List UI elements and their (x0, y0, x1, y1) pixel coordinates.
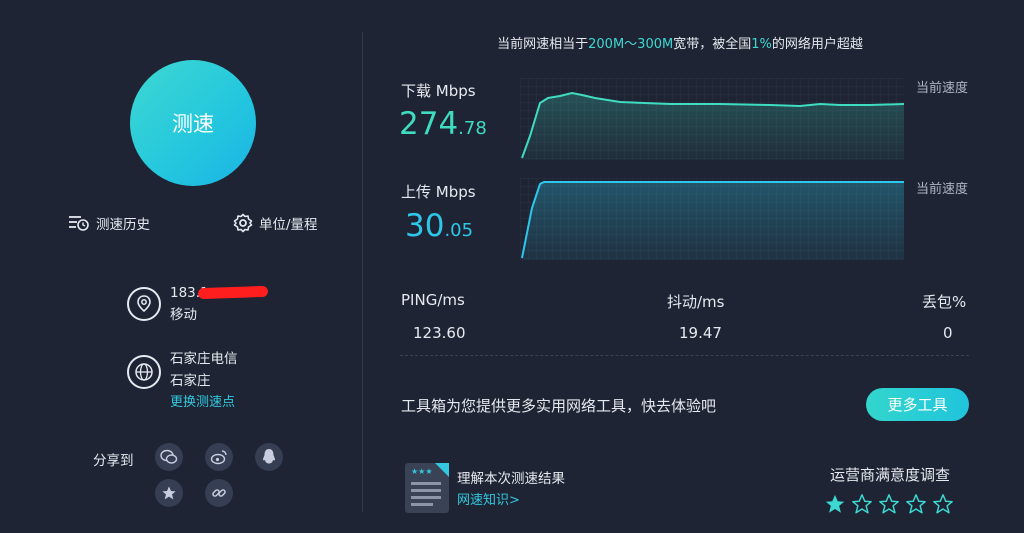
rating-star-1[interactable] (824, 493, 846, 515)
download-label: 下载 Mbps (401, 82, 476, 100)
svg-text:★★★: ★★★ (411, 467, 433, 476)
summary-mid: 宽带，被全国 (673, 37, 752, 52)
share-label: 分享到 (93, 453, 134, 469)
upload-value-int: 30 (405, 208, 445, 244)
loss-value: 0 (943, 324, 953, 342)
download-value: 274.78 (399, 106, 487, 142)
rating-star-4[interactable] (905, 493, 927, 515)
summary-prefix: 当前网速相当于 (497, 37, 589, 52)
download-value-dec: .78 (458, 118, 487, 139)
ping-label: PING/ms (401, 291, 465, 309)
gear-icon (233, 213, 253, 233)
wechat-icon[interactable] (155, 443, 183, 471)
more-tools-button[interactable]: 更多工具 (866, 388, 969, 421)
upload-label: 上传 Mbps (401, 183, 476, 201)
upload-graph (520, 178, 904, 260)
stats-divider (400, 355, 969, 356)
ping-value: 123.60 (413, 324, 466, 342)
download-graph (520, 78, 904, 160)
download-value-int: 274 (399, 106, 459, 142)
star-icon[interactable] (155, 479, 183, 507)
rating-star-3[interactable] (878, 493, 900, 515)
rating-stars (824, 493, 954, 515)
globe-icon (127, 355, 161, 389)
upload-value: 30.05 (405, 208, 473, 244)
upload-current-label: 当前速度 (916, 182, 969, 197)
knowledge-link[interactable]: 网速知识> (457, 489, 520, 508)
isp-name: 移动 (170, 307, 197, 323)
summary-band: 200M～300M (588, 37, 674, 52)
weibo-icon[interactable] (205, 443, 233, 471)
jitter-value: 19.47 (679, 324, 722, 342)
speed-summary: 当前网速相当于200M～300M宽带，被全国1%的网络用户超越 (440, 33, 920, 52)
server-info: 石家庄电信 石家庄 更换测速点 (170, 348, 238, 414)
link-icon[interactable] (205, 479, 233, 507)
rating-star-5[interactable] (932, 493, 954, 515)
knowledge-title: 理解本次测速结果 (457, 471, 565, 487)
summary-suffix: 的网络用户超越 (771, 37, 863, 52)
ip-info: 183.1 移动 (170, 282, 269, 326)
server-name: 石家庄电信 (170, 351, 238, 367)
loss-label: 丢包% (922, 293, 967, 311)
upload-value-dec: .05 (444, 220, 474, 241)
download-current-label: 当前速度 (916, 81, 969, 96)
start-test-button[interactable]: 测速 (130, 60, 256, 186)
survey-title: 运营商满意度调查 (830, 466, 951, 484)
units-label: 单位/量程 (259, 217, 318, 233)
summary-percent: 1% (751, 37, 772, 52)
panel-divider (362, 32, 363, 512)
rating-star-2[interactable] (851, 493, 873, 515)
history-label: 测速历史 (96, 217, 150, 233)
history-link[interactable]: 测速历史 (68, 213, 150, 233)
jitter-label: 抖动/ms (667, 293, 725, 311)
more-tools-label: 更多工具 (887, 396, 948, 414)
change-server-link[interactable]: 更换测速点 (170, 392, 238, 414)
qq-icon[interactable] (255, 443, 283, 471)
ip-redaction (197, 285, 269, 300)
server-city: 石家庄 (170, 373, 211, 389)
location-icon (127, 287, 161, 321)
start-test-label: 测速 (172, 112, 214, 136)
history-icon (69, 216, 89, 231)
document-icon: ★★★ (405, 463, 449, 513)
tools-promo-text: 工具箱为您提供更多实用网络工具，快去体验吧 (401, 397, 717, 415)
units-link[interactable]: 单位/量程 (233, 213, 318, 233)
